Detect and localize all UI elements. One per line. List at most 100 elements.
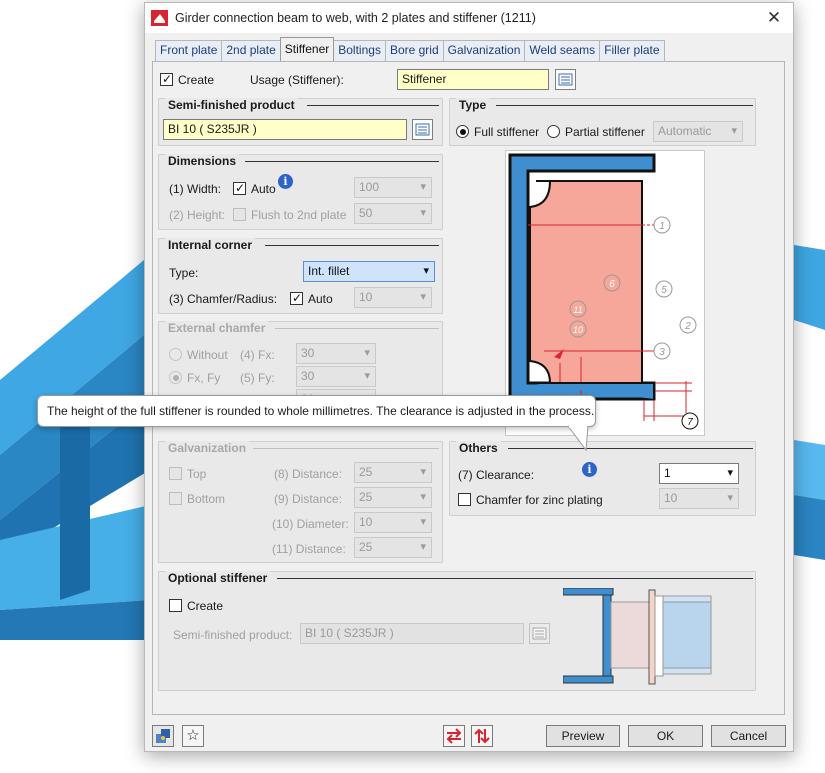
width-select[interactable]: 100	[354, 177, 432, 198]
fx-fy-label: Fx, Fy	[187, 371, 221, 385]
usage-label: Usage (Stiffener):	[250, 73, 344, 87]
swap-vertical-icon	[474, 728, 490, 744]
others-title: Others	[456, 441, 501, 455]
app-logo-icon	[151, 10, 168, 26]
corner-type-label: Type:	[169, 266, 199, 280]
galv-top-label: Top	[187, 467, 207, 481]
without-radio[interactable]	[169, 348, 182, 361]
full-stiffener-radio[interactable]	[456, 125, 469, 138]
corner-type-select[interactable]: Int. fillet	[303, 261, 435, 282]
fy-select[interactable]: 30	[296, 366, 376, 387]
optional-stiffener-title: Optional stiffener	[165, 571, 271, 585]
optional-stiffener-group: Optional stiffener Create Semi-finished …	[158, 571, 756, 691]
window-title: Girder connection beam to web, with 2 pl…	[175, 11, 536, 25]
diagram-label-7: 7	[687, 417, 693, 428]
tab-weld-seams[interactable]: Weld seams	[524, 40, 601, 61]
flush-checkbox[interactable]	[233, 208, 246, 221]
height-select[interactable]: 50	[354, 203, 432, 224]
group-line	[253, 448, 439, 449]
close-icon[interactable]: ✕	[763, 7, 785, 29]
galvanization-group: Galvanization Top Bottom (8) Distance: 2…	[158, 441, 443, 563]
favorites-button[interactable]: ☆	[182, 725, 204, 747]
diagram-label-1: 1	[659, 221, 665, 232]
optional-semi-input[interactable]: BI 10 ( S235JR )	[300, 623, 524, 644]
ok-button[interactable]: OK	[628, 725, 703, 747]
group-line	[245, 161, 439, 162]
group-line	[307, 105, 439, 106]
semi-finished-title: Semi-finished product	[165, 98, 298, 112]
tab-front-plate[interactable]: Front plate	[155, 40, 223, 61]
girder-connection-dialog: Girder connection beam to web, with 2 pl…	[144, 2, 794, 752]
tab-bore-grid[interactable]: Bore grid	[384, 40, 444, 61]
create-checkbox[interactable]	[160, 72, 173, 86]
swap-horizontal-button[interactable]	[443, 725, 465, 747]
tab-galvanization[interactable]: Galvanization	[442, 40, 526, 61]
fx-select[interactable]: 30	[296, 343, 376, 364]
height-label: (2) Height:	[169, 208, 226, 222]
d11-label: (11) Distance:	[272, 542, 346, 556]
info-icon[interactable]: i	[278, 174, 293, 189]
semi-finished-list-button[interactable]	[412, 119, 433, 140]
chamfer-zinc-label: Chamfer for zinc plating	[476, 493, 603, 507]
chamfer-radius-label: (3) Chamfer/Radius:	[169, 292, 278, 306]
group-line	[277, 578, 753, 579]
galv-bottom-label: Bottom	[187, 492, 226, 506]
d11-select[interactable]: 25	[354, 537, 432, 558]
stiffener-diagram-frame: 1 2 3 5 6 7 10 11	[505, 150, 705, 436]
usage-input[interactable]: Stiffener	[397, 69, 549, 90]
optional-create-checkbox[interactable]	[169, 599, 182, 612]
d9-select[interactable]: 25	[354, 487, 432, 508]
title-bar: Girder connection beam to web, with 2 pl…	[145, 3, 793, 33]
diagram-label-5: 5	[661, 285, 667, 296]
swap-vertical-button[interactable]	[471, 725, 493, 747]
partial-stiffener-radio[interactable]	[547, 125, 560, 138]
tab-boltings[interactable]: Boltings	[333, 40, 386, 61]
list-icon	[415, 123, 430, 136]
internal-corner-title: Internal corner	[165, 238, 256, 252]
width-auto-checkbox[interactable]	[233, 181, 246, 195]
chamfer-auto-checkbox[interactable]	[290, 291, 303, 305]
full-stiffener-label: Full stiffener	[474, 125, 540, 139]
d9-label: (9) Distance:	[274, 492, 343, 506]
fy-label: (5) Fy:	[240, 371, 275, 385]
dimensions-group: Dimensions (1) Width: Auto i 100 (2) Hei…	[158, 154, 443, 230]
chamfer-auto-label: Auto	[308, 292, 333, 306]
tab-2nd-plate[interactable]: 2nd plate	[221, 40, 281, 61]
partial-stiffener-label: Partial stiffener	[565, 125, 645, 139]
group-line	[275, 328, 439, 329]
stiffener-tab-panel: Create Usage (Stiffener): Stiffener Semi…	[152, 61, 785, 715]
optional-semi-list-button[interactable]	[529, 623, 550, 644]
list-icon	[558, 73, 573, 86]
clearance-label: (7) Clearance:	[458, 468, 535, 482]
tab-filler-plate[interactable]: Filler plate	[599, 40, 665, 61]
tab-stiffener[interactable]: Stiffener	[279, 37, 335, 61]
semi-finished-group: Semi-finished product BI 10 ( S235JR )	[158, 98, 443, 146]
library-button[interactable]	[152, 725, 174, 747]
d10-select[interactable]: 10	[354, 512, 432, 533]
external-chamfer-title: External chamfer	[165, 321, 269, 335]
d8-select[interactable]: 25	[354, 462, 432, 483]
type-title: Type	[456, 98, 490, 112]
fx-label: (4) Fx:	[240, 348, 275, 362]
info-icon[interactable]: i	[582, 462, 597, 477]
clearance-select[interactable]: 1	[659, 463, 739, 484]
usage-list-button[interactable]	[555, 69, 576, 90]
fx-fy-radio[interactable]	[169, 371, 182, 384]
width-auto-label: Auto	[251, 182, 276, 196]
type-group: Type Full stiffener Partial stiffener Au…	[449, 98, 756, 146]
preview-button[interactable]: Preview	[546, 725, 620, 747]
create-label: Create	[178, 73, 215, 87]
group-line	[508, 448, 753, 449]
chamfer-zinc-checkbox[interactable]	[458, 493, 471, 506]
cancel-button[interactable]: Cancel	[711, 725, 786, 747]
without-label: Without	[187, 348, 228, 362]
diagram-label-2: 2	[684, 321, 691, 332]
optional-semi-label: Semi-finished product:	[173, 628, 293, 642]
semi-finished-input[interactable]: BI 10 ( S235JR )	[163, 119, 407, 140]
galv-bottom-checkbox[interactable]	[169, 492, 182, 505]
type-mode-select[interactable]: Automatic	[653, 121, 743, 142]
chamfer-radius-select[interactable]: 10	[354, 287, 432, 308]
chamfer-zinc-select[interactable]: 10	[659, 488, 739, 509]
dimensions-title: Dimensions	[165, 154, 240, 168]
galv-top-checkbox[interactable]	[169, 467, 182, 480]
